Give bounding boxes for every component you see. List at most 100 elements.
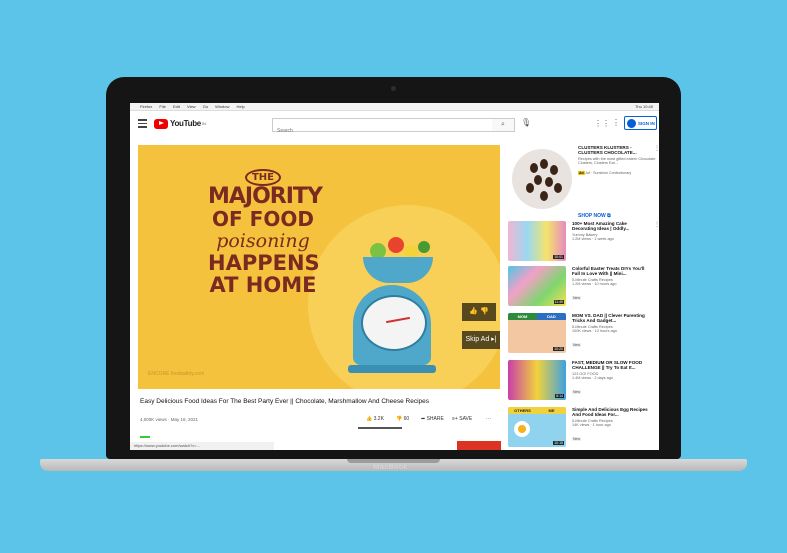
menu-item-go[interactable]: Go	[203, 104, 208, 109]
like-button[interactable]: 👍 3.2K	[366, 416, 384, 422]
menu-item-help[interactable]: Help	[237, 104, 245, 109]
ad-badge: Ad	[578, 171, 585, 175]
video-duration: 10:20	[553, 347, 564, 351]
video-title: Easy Delicious Food Ideas For The Best P…	[140, 398, 430, 405]
new-badge: New	[572, 343, 582, 347]
menubar-clock: Thu 10:45	[634, 104, 653, 109]
video-thumbnail: 11:49	[508, 266, 566, 306]
related-video-text: FAST, MEDIUM OR SLOW FOOD CHALLENGE || T…	[572, 360, 650, 398]
scale-dial	[361, 295, 427, 351]
thumbnail-headline: THE MAJORITY OF FOOD poisoning HAPPENS A…	[208, 165, 323, 296]
channel-indicator	[140, 436, 150, 438]
related-video-5[interactable]: OTHERS ME 10:15 Simple And Delicious Egg…	[508, 407, 658, 450]
chocolate-egg	[530, 163, 538, 173]
laptop-screen-bezel: Firefox File Edit View Go Window Help Th…	[106, 77, 681, 459]
chocolate-egg	[540, 159, 548, 169]
chocolate-egg	[540, 191, 548, 201]
headline-line4: HAPPENS	[208, 251, 320, 275]
more-icon[interactable]: ⋮	[654, 221, 659, 228]
ad-more-icon[interactable]: ⋮	[654, 145, 659, 152]
account-icon	[627, 118, 636, 128]
thumb-label-mom: MOM	[508, 313, 537, 320]
menu-item-view[interactable]: View	[187, 104, 196, 109]
headline-line1: MAJORITY	[208, 184, 323, 209]
video-thumbnail: OTHERS ME 10:15	[508, 407, 566, 447]
related-video-meta: 1.2M views · 1 week ago	[572, 237, 614, 241]
sidebar-ad[interactable]: CLUSTERS KLUSTERS - CLUSTERS CHOCOLATE..…	[508, 145, 659, 227]
thumbs-down-icon: 👎	[396, 416, 403, 422]
more-actions-button[interactable]: ···	[486, 416, 491, 422]
ad-like-dislike[interactable]: 👍 👎	[462, 303, 496, 321]
shop-now-button[interactable]: SHOP NOW ⧉	[578, 213, 611, 219]
video-player[interactable]: THE MAJORITY OF FOOD poisoning HAPPENS A…	[138, 145, 500, 389]
skip-ad-button[interactable]: Skip Ad ▸|	[462, 331, 500, 349]
menu-item-file[interactable]: File	[159, 104, 165, 109]
related-video-title: Colorful Easter Treats DIYs You'll Fall …	[572, 266, 645, 277]
browser-status-url: https://www.youtube.com/watch?v=...	[130, 442, 274, 450]
video-duration: 8:14	[555, 394, 564, 398]
dislike-button[interactable]: 👎 60	[396, 416, 409, 422]
youtube-logo[interactable]: YouTube IN	[154, 118, 206, 129]
ad-thumbnail	[512, 149, 572, 209]
related-video-text: MOM VS. DAD || Clever Parenting Tricks A…	[572, 313, 650, 351]
video-duration: 10:01	[553, 255, 564, 259]
hamburger-menu-icon[interactable]	[138, 119, 147, 128]
external-link-icon: ⧉	[607, 213, 611, 219]
related-video-1[interactable]: 10:01 100+ Most Amazing Cake Decorating …	[508, 221, 659, 269]
related-video-title: 100+ Most Amazing Cake Decorating Ideas …	[572, 221, 630, 232]
menu-item-window[interactable]: Window	[215, 104, 229, 109]
vegetable-red	[388, 237, 404, 253]
apps-grid-icon[interactable]: ⋮⋮	[594, 119, 610, 128]
webcam	[391, 86, 396, 91]
video-duration: 11:49	[553, 300, 564, 304]
new-badge: New	[572, 437, 582, 441]
chocolate-egg	[545, 177, 553, 187]
headline-line3: poisoning	[216, 230, 310, 252]
search-icon: ⌕	[501, 121, 505, 128]
new-badge: New	[572, 390, 582, 394]
browser-screen: Firefox File Edit View Go Window Help Th…	[130, 103, 659, 450]
video-duration: 10:15	[553, 441, 564, 445]
related-video-3[interactable]: MOM DAD 10:20 MOM VS. DAD || Clever Pare…	[508, 313, 658, 361]
like-ratio-bar	[358, 427, 402, 429]
related-video-4[interactable]: 8:14 FAST, MEDIUM OR SLOW FOOD CHALLENGE…	[508, 360, 658, 408]
microphone-icon[interactable]: 🎙	[521, 118, 531, 127]
share-icon: ➦	[421, 416, 426, 422]
related-video-2[interactable]: 11:49 Colorful Easter Treats DIYs You'll…	[508, 266, 658, 314]
youtube-play-icon	[154, 118, 168, 129]
chocolate-egg	[526, 183, 534, 193]
related-video-title: Simple And Delicious Egg Recipes And Foo…	[572, 407, 648, 418]
thumb-label-dad: DAD	[537, 313, 566, 320]
sign-in-button[interactable]: SIGN IN	[624, 116, 657, 130]
video-thumbnail: 10:01	[508, 221, 566, 261]
macos-menubar: Firefox File Edit View Go Window Help Th…	[130, 103, 659, 111]
logo-text: YouTube	[170, 119, 201, 128]
search-input[interactable]	[273, 125, 481, 137]
share-button[interactable]: ➦ SHARE	[421, 416, 444, 422]
shop-now-label: SHOP NOW	[578, 213, 606, 219]
search-button[interactable]: ⌕	[492, 118, 515, 132]
related-video-title: MOM VS. DAD || Clever Parenting Tricks A…	[572, 313, 645, 324]
view-count-date: 4,000K views · May 16, 2021	[140, 417, 199, 422]
subscribe-button[interactable]	[457, 441, 501, 450]
logo-region: IN	[201, 121, 206, 126]
related-video-meta: 1.2M views · 10 hours ago	[572, 282, 617, 286]
thumb-label-me: ME	[537, 407, 566, 414]
sign-in-label: SIGN IN	[638, 120, 655, 126]
vegetable-green-2	[418, 241, 430, 253]
save-icon: ≡+	[452, 416, 458, 422]
settings-kebab-icon[interactable]: ⋮	[612, 118, 620, 127]
thumbnail-watermark: ENCORE foodsafety.com	[148, 371, 205, 377]
scale-base	[348, 365, 436, 373]
video-meta-row: 4,000K views · May 16, 2021 👍 3.2K 👎 60 …	[140, 415, 500, 425]
related-video-title: FAST, MEDIUM OR SLOW FOOD CHALLENGE || T…	[572, 360, 643, 371]
save-label: SAVE	[459, 416, 473, 422]
chocolate-egg	[534, 175, 542, 185]
thumb-label-others: OTHERS	[508, 407, 537, 414]
save-button[interactable]: ≡+ SAVE	[452, 416, 472, 422]
related-video-meta: 100K views · 12 hours ago	[572, 329, 617, 333]
ad-text: CLUSTERS KLUSTERS - CLUSTERS CHOCOLATE..…	[578, 145, 656, 175]
menu-item-app[interactable]: Firefox	[140, 104, 152, 109]
menu-item-edit[interactable]: Edit	[173, 104, 180, 109]
share-label: SHARE	[426, 416, 444, 422]
